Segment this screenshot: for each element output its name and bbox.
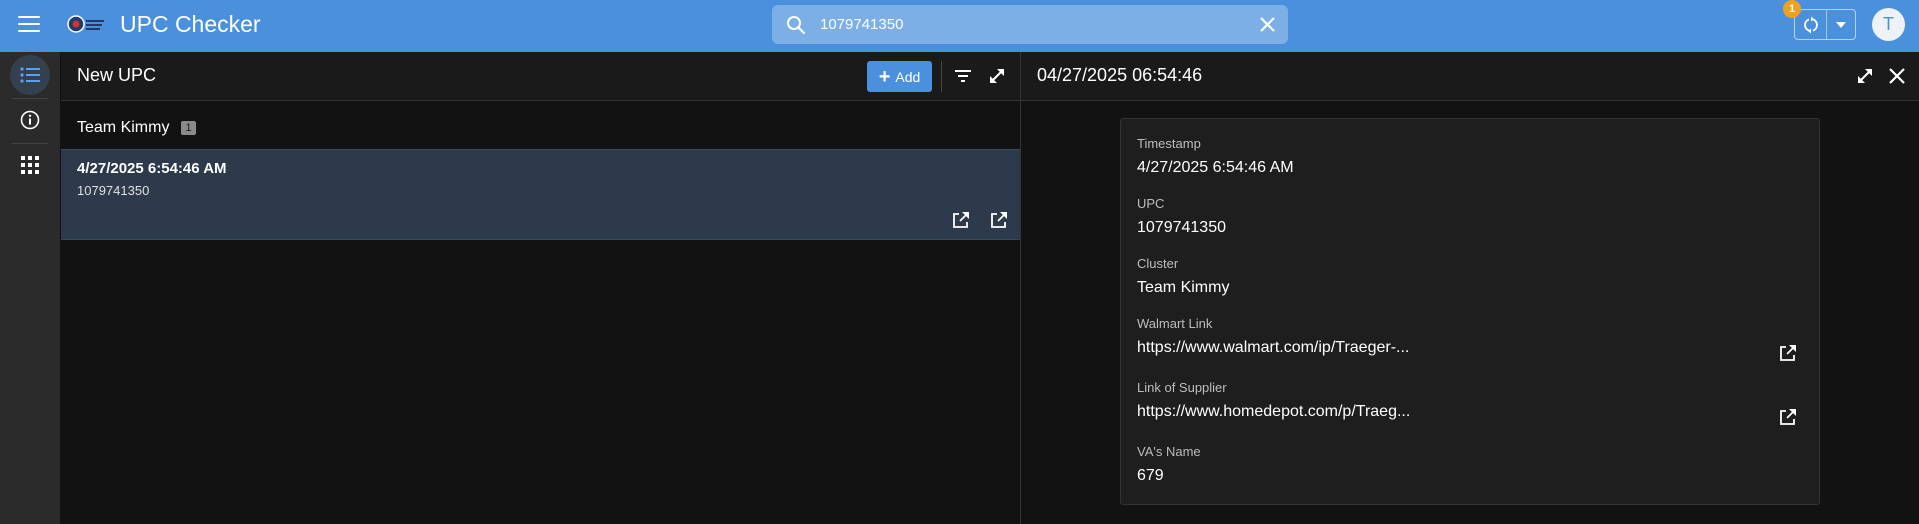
app-title: UPC Checker [120, 11, 261, 37]
detail-pane: 04/27/2025 06:54:46 Timestamp 4/27/2025 … [1021, 52, 1919, 524]
field-label: UPC [1137, 196, 1165, 211]
sync-dropdown-button[interactable] [1827, 10, 1855, 39]
info-icon [20, 110, 40, 130]
list-item-timestamp: 4/27/2025 6:54:46 AM [77, 160, 227, 177]
nav-info[interactable] [10, 100, 50, 140]
group-count-badge: 1 [181, 121, 196, 135]
search-icon [787, 16, 806, 35]
nav-apps[interactable] [10, 145, 50, 185]
expand-icon[interactable] [987, 66, 1007, 86]
user-avatar[interactable]: T [1872, 8, 1905, 41]
supplier-link[interactable]: https://www.homedepot.com/p/Traeg... [1137, 403, 1797, 421]
apps-grid-icon [21, 156, 39, 174]
detail-pane-header: 04/27/2025 06:54:46 [1021, 52, 1919, 101]
open-supplier-link-icon[interactable] [1779, 408, 1797, 426]
field-label: Link of Supplier [1137, 380, 1227, 395]
clear-search-icon[interactable] [1259, 16, 1276, 33]
list-icon [20, 67, 40, 83]
list-item[interactable]: 4/27/2025 6:54:46 AM 1079741350 [61, 149, 1020, 240]
field-cluster: Cluster Team Kimmy [1137, 256, 1797, 297]
field-supplier-link: Link of Supplier https://www.homedepot.c… [1137, 380, 1797, 425]
open-supplier-link-icon[interactable] [990, 211, 1008, 229]
close-icon[interactable] [1888, 67, 1906, 85]
sync-button[interactable] [1795, 10, 1827, 39]
plus-icon: + [878, 65, 891, 88]
list-pane-header: New UPC + Add [61, 52, 1020, 101]
list-pane: New UPC + Add Team Kimmy 1 4/27/2025 6:5… [61, 52, 1020, 524]
add-button-label: Add [895, 68, 921, 85]
expand-detail-icon[interactable] [1855, 66, 1875, 86]
detail-title: 04/27/2025 06:54:46 [1037, 65, 1203, 85]
field-upc: UPC 1079741350 [1137, 196, 1797, 237]
field-label: Timestamp [1137, 136, 1201, 151]
field-label: VA's Name [1137, 444, 1201, 459]
company-logo [67, 15, 104, 33]
caret-down-icon [1836, 21, 1846, 28]
sync-icon [1803, 16, 1818, 33]
notification-badge: 1 [1783, 0, 1801, 18]
field-label: Walmart Link [1137, 316, 1213, 331]
field-value: 4/27/2025 6:54:46 AM [1137, 159, 1294, 176]
menu-icon[interactable] [18, 16, 40, 34]
field-timestamp: Timestamp 4/27/2025 6:54:46 AM [1137, 136, 1797, 177]
top-app-bar: UPC Checker 1 T [0, 0, 1919, 52]
walmart-link[interactable]: https://www.walmart.com/ip/Traeger-... [1137, 339, 1797, 357]
group-header[interactable]: Team Kimmy 1 [77, 119, 196, 137]
open-walmart-link-icon[interactable] [952, 211, 970, 229]
field-value: 1079741350 [1137, 219, 1226, 236]
list-item-upc: 1079741350 [77, 183, 150, 198]
search-input[interactable] [820, 5, 1220, 44]
nav-list-view[interactable] [10, 55, 50, 95]
field-walmart-link: Walmart Link https://www.walmart.com/ip/… [1137, 316, 1797, 361]
group-name: Team Kimmy [77, 119, 170, 136]
search-bar [772, 5, 1288, 44]
add-button[interactable]: + Add [867, 61, 932, 92]
field-value: Team Kimmy [1137, 279, 1230, 296]
left-nav-rail [0, 52, 60, 524]
filter-icon[interactable] [954, 68, 972, 84]
sync-button-group [1794, 9, 1856, 40]
field-va-name: VA's Name 679 [1137, 444, 1797, 485]
list-title: New UPC [77, 65, 157, 85]
open-walmart-link-icon[interactable] [1779, 344, 1797, 362]
header-divider [941, 61, 942, 92]
detail-card: Timestamp 4/27/2025 6:54:46 AM UPC 10797… [1120, 118, 1820, 505]
field-label: Cluster [1137, 256, 1179, 271]
field-value: 679 [1137, 467, 1164, 484]
